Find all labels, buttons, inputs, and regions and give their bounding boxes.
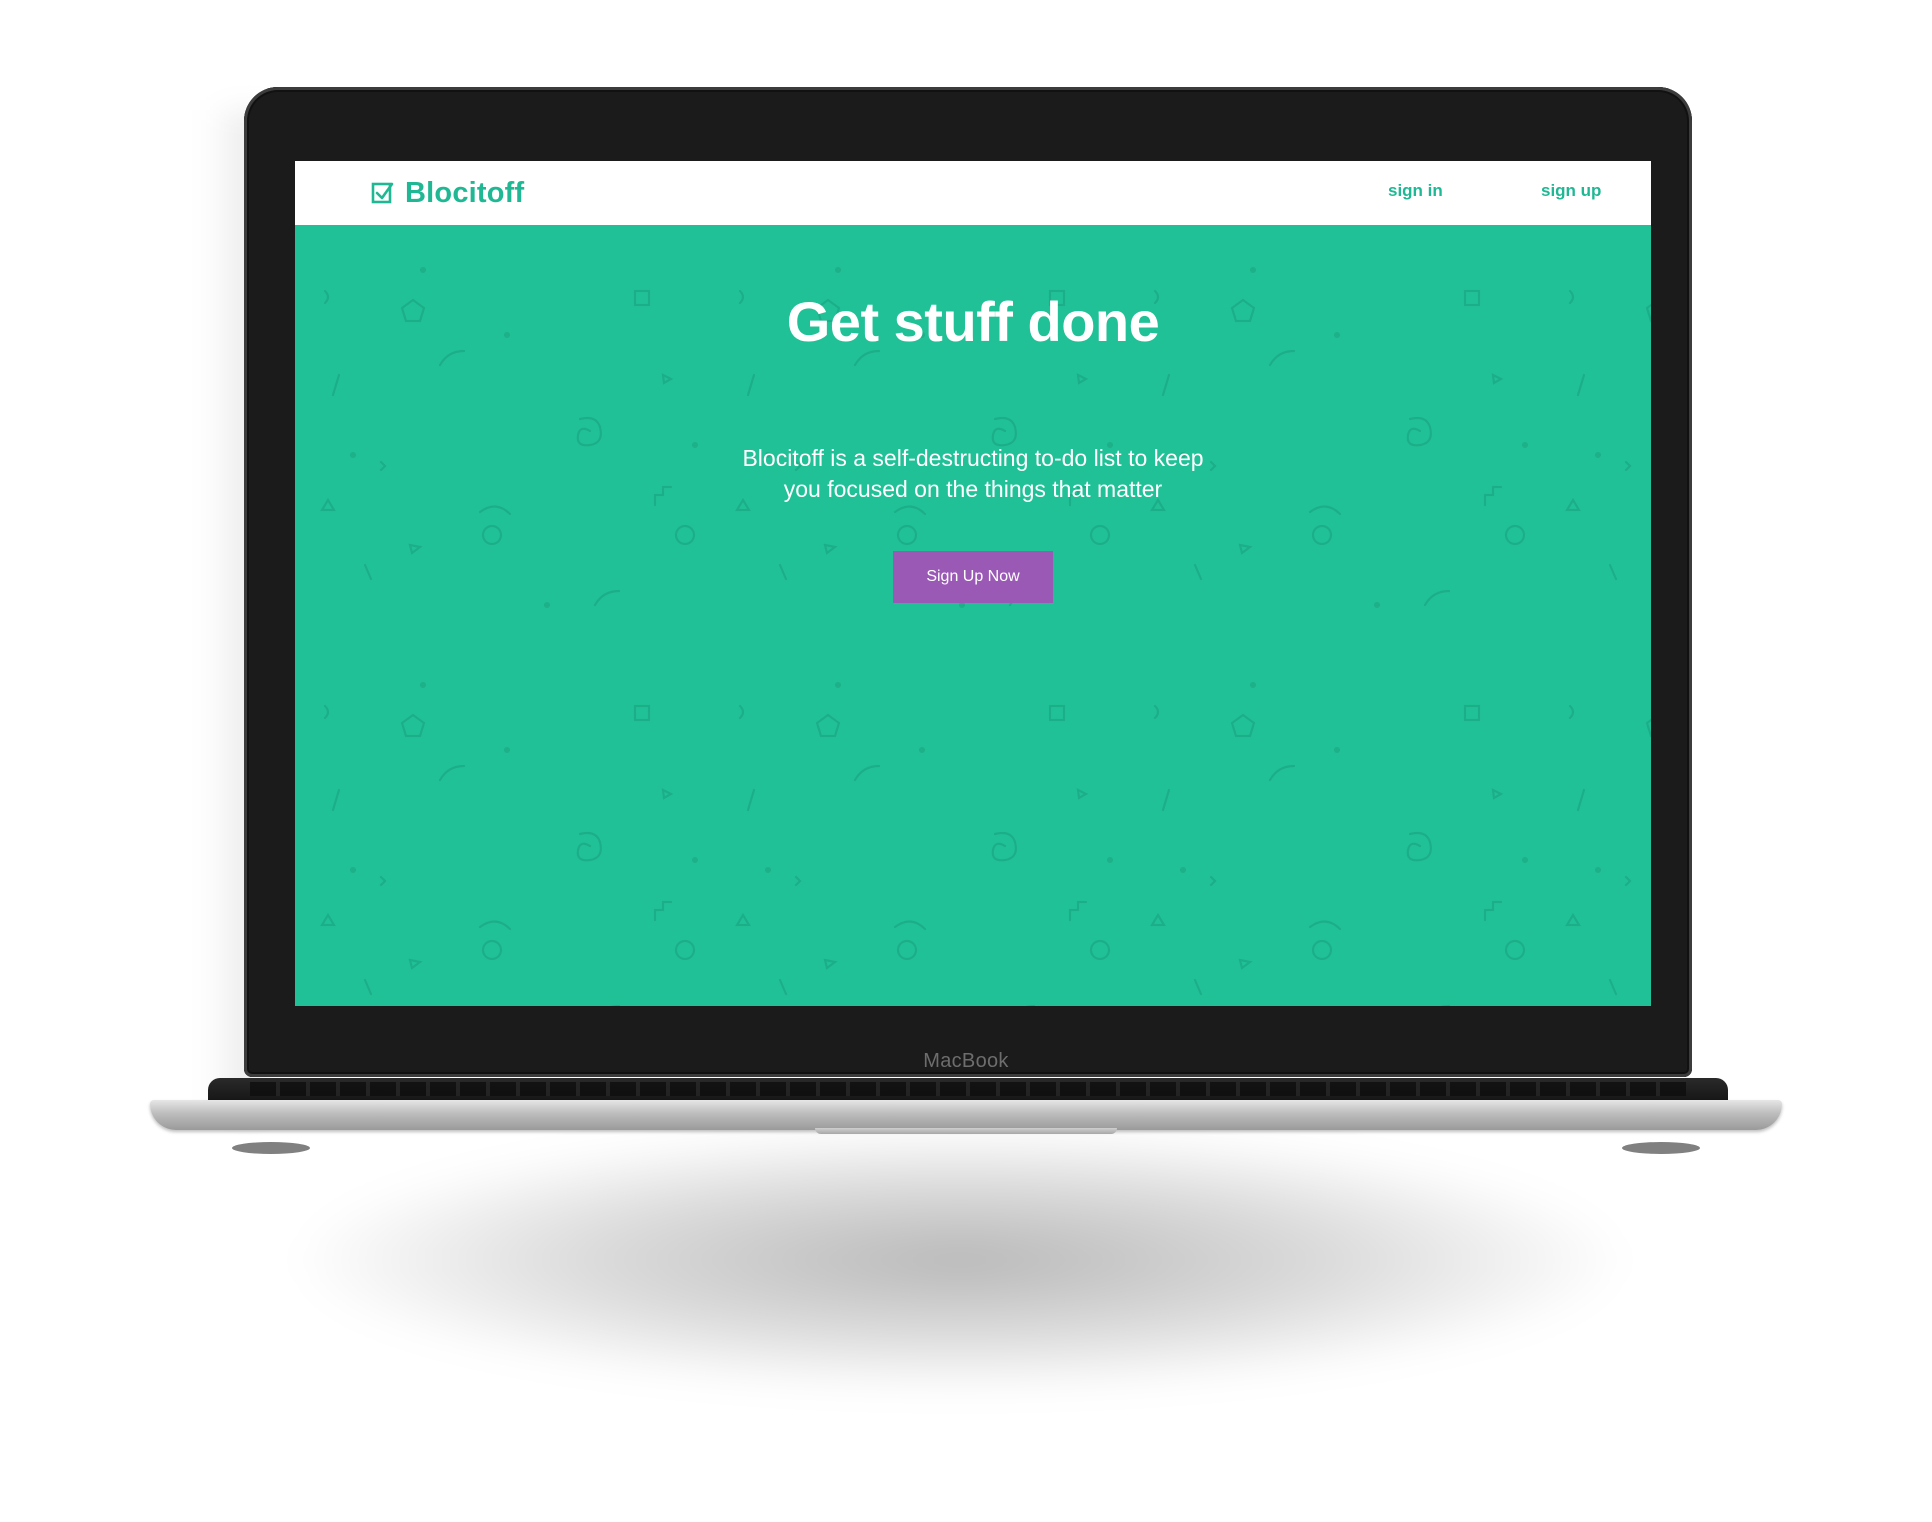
brand-name: Blocitoff [405,176,525,209]
sign-in-link[interactable]: sign in [1388,181,1443,201]
sign-up-now-button[interactable]: Sign Up Now [893,551,1053,603]
hero-title: Get stuff done [786,290,1160,353]
hero-subtitle: Blocitoff is a self-destructing to-do li… [673,443,1273,505]
brand-logo[interactable]: Blocitoff [371,175,524,211]
navbar: Blocitoff sign in sign up [295,161,1651,225]
keyboard-keys [250,1082,1686,1096]
hero-subtitle-line-1: Blocitoff is a self-destructing to-do li… [742,445,1204,471]
checkbox-icon [371,182,394,204]
hero-subtitle-line-2: you focused on the things that matter [783,476,1163,502]
laptop-shadow [300,1130,1620,1390]
laptop-base [150,1100,1782,1130]
laptop-foot-right [1622,1142,1700,1154]
device-label: MacBook [923,1050,1009,1072]
sign-up-link[interactable]: sign up [1541,181,1601,201]
browser-screen: Blocitoff sign in sign up Get stuff done… [295,161,1651,1006]
laptop-foot-left [232,1142,310,1154]
lid-opening-notch [815,1128,1117,1134]
